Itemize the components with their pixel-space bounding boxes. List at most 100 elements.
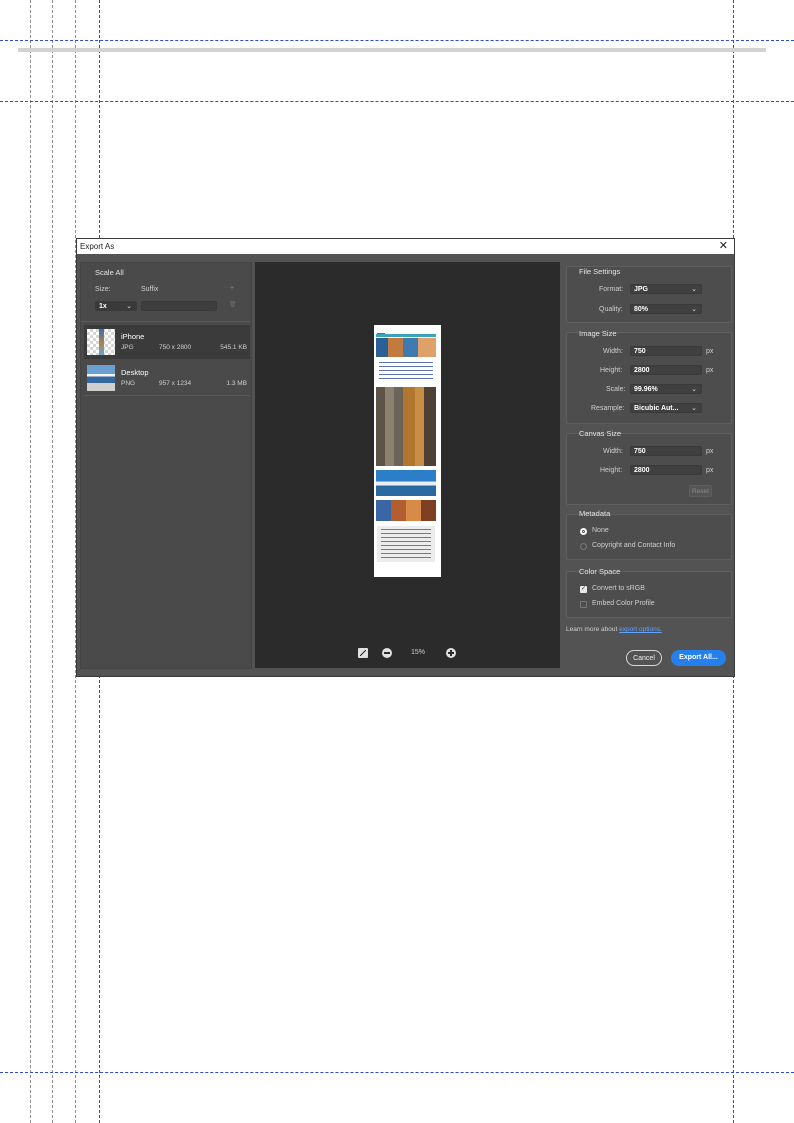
metadata-none-radio[interactable] (580, 528, 587, 535)
dialog-title: Export As (80, 242, 115, 251)
resample-select[interactable]: Bicubic Aut... ⌄ (630, 403, 702, 413)
suffix-label: Suffix (141, 286, 159, 293)
canvas-height-label: Height: (600, 467, 623, 474)
preview-photo-2 (376, 387, 436, 466)
zoom-in-icon[interactable] (446, 648, 456, 658)
assets-panel: Scale All Size: Suffix + 1x ⌄ 🗑 iPhone J… (80, 262, 252, 669)
canvas-height-unit: px (706, 467, 714, 474)
image-width-unit: px (706, 348, 714, 355)
resample-select-value: Bicubic Aut... (634, 405, 679, 412)
thumb-strip (99, 329, 104, 355)
asset-row-iphone[interactable]: iPhone JPG 750 x 2800 545.1 KB (84, 325, 250, 359)
chevron-down-icon: ⌄ (691, 286, 697, 293)
convert-srgb-checkbox[interactable]: ✓ (580, 586, 587, 593)
canvas-width-label: Width: (603, 448, 623, 455)
canvas-width-input[interactable]: 750 (630, 446, 702, 456)
image-size-title: Image Size (579, 329, 617, 338)
image-width-label: Width: (603, 348, 623, 355)
preview-logo (377, 327, 385, 334)
format-select-value: JPG (634, 286, 649, 293)
scale-all-title: Scale All (95, 268, 124, 277)
canvas-size-title: Canvas Size (579, 429, 622, 438)
close-icon[interactable]: ✕ (719, 239, 728, 254)
size-label: Size: (95, 286, 111, 293)
guide-horizontal-1 (0, 40, 794, 41)
dialog-titlebar: Export As ✕ (77, 239, 734, 254)
export-options-link[interactable]: export options. (619, 626, 662, 633)
color-space-panel (566, 571, 732, 618)
convert-srgb-label[interactable]: Convert to sRGB (592, 585, 645, 592)
learn-more-text: Learn more about export options. (566, 626, 662, 633)
quality-select[interactable]: 80% ⌄ (630, 304, 702, 314)
toggle-preview-icon[interactable] (358, 648, 368, 658)
delete-icon[interactable]: 🗑 (229, 301, 237, 308)
asset-name: iPhone (121, 332, 145, 341)
scale-select[interactable]: 1x ⌄ (95, 301, 137, 311)
suffix-input[interactable] (141, 301, 217, 311)
chevron-down-icon: ⌄ (691, 405, 697, 412)
chevron-down-icon: ⌄ (691, 386, 697, 393)
divider (81, 321, 251, 322)
format-select[interactable]: JPG ⌄ (630, 284, 702, 294)
asset-thumbnail-iphone (87, 329, 115, 355)
scale-label: Scale: (606, 386, 626, 393)
canvas-height-input[interactable]: 2800 (630, 465, 702, 475)
resample-label: Resample: (591, 405, 625, 412)
preview-photo-4 (376, 500, 436, 521)
export-all-button[interactable]: Export All... (671, 650, 726, 666)
asset-file-size: 545.1 KB (220, 344, 247, 351)
preview-header-band (376, 334, 436, 337)
metadata-copyright-radio[interactable] (580, 543, 587, 550)
guide-horizontal-3 (0, 1072, 794, 1073)
learn-more-prefix: Learn more about (566, 626, 618, 633)
guide-vertical-1 (30, 0, 31, 1123)
preview-text-block-1 (379, 362, 433, 382)
add-scale-icon[interactable]: + (230, 285, 234, 292)
embed-profile-checkbox[interactable] (580, 601, 587, 608)
chevron-down-icon: ⌄ (691, 306, 697, 313)
file-settings-title: File Settings (579, 267, 621, 276)
asset-file-size: 1.3 MB (226, 380, 247, 387)
asset-row-desktop[interactable]: Desktop PNG 957 x 1234 1.3 MB (84, 361, 250, 396)
export-as-dialog: Export As ✕ Scale All Size: Suffix + 1x … (77, 239, 734, 676)
guide-vertical-2 (52, 0, 53, 1123)
scale-select-value: 1x (99, 303, 107, 310)
preview-photo-1 (376, 338, 436, 357)
quality-select-value: 80% (634, 306, 649, 313)
cancel-button[interactable]: Cancel (626, 650, 662, 666)
image-height-input[interactable]: 2800 (630, 365, 702, 375)
header-band (18, 48, 766, 52)
preview-text-block-2 (377, 526, 435, 562)
quality-label: Quality: (599, 306, 623, 313)
scale-percent-select[interactable]: 99.96% ⌄ (630, 384, 702, 394)
asset-dimensions: 750 x 2800 (159, 344, 192, 351)
asset-format: JPG (121, 344, 134, 351)
metadata-panel (566, 514, 732, 560)
minus-glyph (384, 652, 390, 654)
zoom-level: 15% (411, 649, 426, 656)
reset-button[interactable]: Reset (689, 485, 712, 497)
preview-area: 15% (255, 262, 560, 668)
image-width-input[interactable]: 750 (630, 346, 702, 356)
preview-text-lines (381, 529, 431, 559)
preview-image (374, 325, 441, 577)
metadata-title: Metadata (579, 509, 611, 518)
metadata-copyright-label[interactable]: Copyright and Contact Info (592, 542, 675, 549)
plus-v-glyph (450, 650, 452, 656)
metadata-none-label[interactable]: None (592, 527, 609, 534)
image-height-unit: px (706, 367, 714, 374)
image-height-label: Height: (600, 367, 623, 374)
toggle-preview-glyph (360, 650, 366, 656)
canvas-width-unit: px (706, 448, 714, 455)
chevron-down-icon: ⌄ (126, 303, 132, 310)
format-label: Format: (599, 286, 624, 293)
asset-dimensions: 957 x 1234 (159, 380, 192, 387)
guide-vertical-3 (75, 0, 76, 1123)
guide-horizontal-2 (0, 101, 794, 102)
color-space-title: Color Space (579, 567, 621, 576)
embed-profile-label[interactable]: Embed Color Profile (592, 600, 655, 607)
scale-percent-value: 99.96% (634, 386, 658, 393)
preview-photo-3 (376, 470, 436, 496)
asset-thumbnail-desktop (87, 365, 115, 391)
zoom-out-icon[interactable] (382, 648, 392, 658)
